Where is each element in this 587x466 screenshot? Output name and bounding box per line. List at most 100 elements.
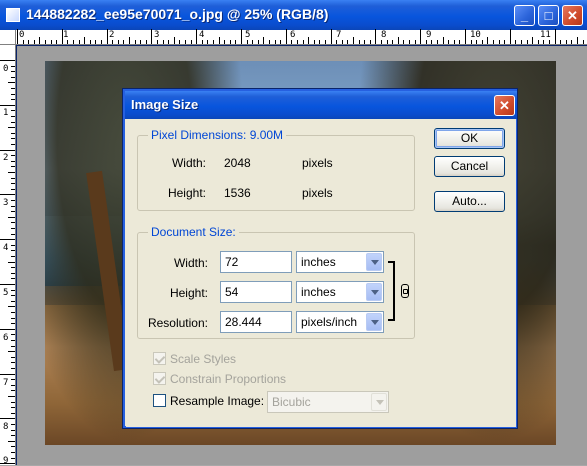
ruler-tick <box>403 40 405 44</box>
ruler-label: 3 <box>3 198 9 208</box>
ruler-tick <box>476 40 478 44</box>
resample-image-checkbox[interactable] <box>153 394 166 407</box>
scale-styles-label: Scale Styles <box>170 352 237 366</box>
ruler-tick <box>168 40 170 44</box>
ruler-tick <box>11 312 15 313</box>
ruler-label: 7 <box>336 30 342 40</box>
pixel-dimensions-group: Pixel Dimensions: 9.00M Width: 2048 pixe… <box>137 128 415 211</box>
ruler-tick <box>140 40 142 44</box>
ruler-tick <box>11 200 15 201</box>
ruler-tick <box>0 104 15 106</box>
ruler-tick <box>11 222 15 224</box>
ruler-tick <box>134 40 136 44</box>
ruler-tick <box>201 40 203 44</box>
ruler-tick <box>11 334 15 336</box>
resolution-input[interactable]: 28.444 <box>220 311 292 333</box>
ruler-tick <box>179 40 181 44</box>
ruler-tick <box>11 205 15 207</box>
ok-button[interactable]: OK <box>434 128 505 149</box>
ruler-tick <box>17 29 18 44</box>
ruler-tick <box>213 40 214 44</box>
ruler-tick <box>498 40 500 44</box>
ruler-tick <box>0 284 15 285</box>
auto-button[interactable]: Auto... <box>434 191 505 212</box>
dialog-titlebar[interactable]: Image Size ✕ <box>125 91 517 119</box>
ruler-tick <box>459 40 461 44</box>
ruler-tick <box>431 40 433 44</box>
pixel-dimensions-legend: Pixel Dimensions: 9.00M <box>148 128 287 142</box>
ruler-tick <box>549 40 550 44</box>
ruler-tick <box>509 29 511 44</box>
ruler-tick <box>157 40 158 44</box>
ruler-tick <box>241 29 242 44</box>
doc-width-input[interactable]: 72 <box>220 251 292 273</box>
constrain-proportions-checkbox[interactable] <box>153 372 166 385</box>
ruler-tick <box>11 160 15 162</box>
ruler-tick <box>11 278 15 280</box>
photoshop-document-icon <box>6 8 20 22</box>
ruler-tick <box>0 239 15 241</box>
ruler-tick <box>11 407 15 409</box>
chevron-down-icon[interactable] <box>366 253 382 271</box>
ruler-tick <box>11 228 15 229</box>
resample-method-value: Bicubic <box>272 395 311 409</box>
ruler-label: 7 <box>3 378 9 388</box>
document-title: 144882282_ee95e70071_o.jpg @ 25% (RGB/8) <box>26 6 329 22</box>
ruler-tick <box>95 40 97 44</box>
constrain-bracket <box>388 261 395 321</box>
doc-width-unit-select[interactable]: inches <box>296 251 384 273</box>
ruler-tick <box>89 40 91 44</box>
doc-height-unit-select[interactable]: inches <box>296 281 384 303</box>
ruler-origin[interactable] <box>0 30 16 45</box>
ruler-tick <box>392 40 394 44</box>
cancel-button[interactable]: Cancel <box>434 156 505 177</box>
ruler-label: 9 <box>426 30 432 40</box>
ruler-tick <box>252 40 254 44</box>
ruler-tick <box>56 40 58 44</box>
ruler-tick <box>11 188 15 190</box>
scale-styles-checkbox[interactable] <box>153 352 166 365</box>
vertical-ruler[interactable]: 0 1 2 3 4 5 6 7 8 9 <box>0 45 16 466</box>
ruler-label: 4 <box>199 30 205 40</box>
ruler-tick <box>11 356 15 358</box>
dialog-close-button[interactable]: ✕ <box>494 95 515 116</box>
resolution-unit-select[interactable]: pixels/inch <box>296 311 384 333</box>
ruler-tick <box>22 40 24 44</box>
chevron-down-icon[interactable] <box>366 283 382 301</box>
ruler-tick <box>246 40 248 44</box>
ruler-tick <box>341 40 343 44</box>
ruler-tick <box>274 40 276 44</box>
ruler-tick <box>151 29 153 44</box>
ruler-tick <box>280 40 282 44</box>
ruler-label: 2 <box>3 153 9 163</box>
ruler-tick <box>537 40 539 44</box>
ruler-tick <box>353 37 354 44</box>
ruler-tick <box>8 82 15 84</box>
horizontal-ruler[interactable]: 0 1 2 3 4 5 6 7 8 9 10 11 <box>0 29 587 45</box>
chevron-down-icon[interactable] <box>371 393 387 411</box>
ruler-tick <box>420 29 422 44</box>
constrain-proportions-label: Constrain Proportions <box>170 372 287 386</box>
ruler-tick <box>39 37 41 44</box>
document-size-group: Document Size: Width: 72 inches Height: … <box>137 225 415 339</box>
ruler-tick <box>470 40 472 44</box>
document-titlebar[interactable]: 144882282_ee95e70071_o.jpg @ 25% (RGB/8)… <box>0 0 587 30</box>
ruler-tick <box>8 351 15 353</box>
maximize-icon: □ <box>544 8 553 23</box>
ruler-tick <box>11 368 15 369</box>
ruler-tick <box>162 40 164 44</box>
maximize-button[interactable]: □ <box>538 5 559 26</box>
ruler-tick <box>543 40 545 44</box>
ruler-tick <box>0 328 15 330</box>
ruler-tick <box>73 40 74 44</box>
minimize-button[interactable]: _ <box>514 5 535 26</box>
ruler-tick <box>425 40 427 44</box>
close-window-button[interactable]: ✕ <box>562 5 583 26</box>
ruler-tick <box>554 29 556 44</box>
ruler-tick <box>11 435 15 437</box>
resample-method-select[interactable]: Bicubic <box>267 391 389 413</box>
ruler-tick <box>50 40 52 44</box>
doc-height-input[interactable]: 54 <box>220 281 292 303</box>
ruler-label: 10 <box>470 30 481 40</box>
chevron-down-icon[interactable] <box>366 313 382 331</box>
